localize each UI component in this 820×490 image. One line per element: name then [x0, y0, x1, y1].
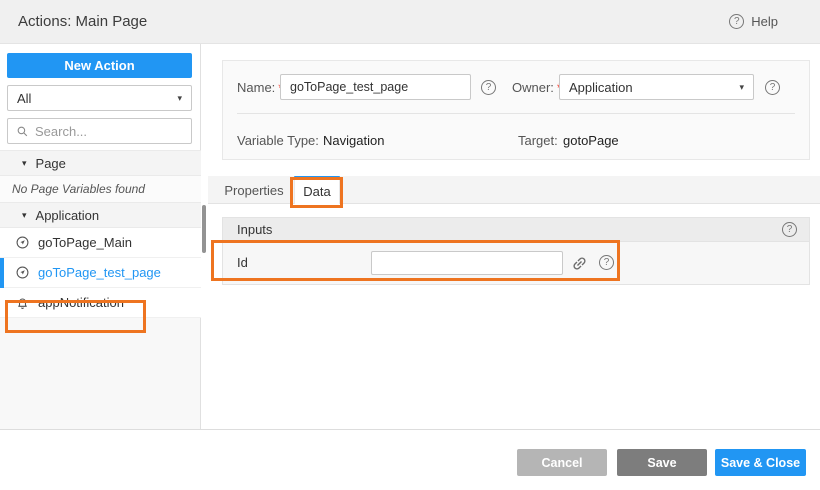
tree-group-page[interactable]: ▾ Page [0, 150, 201, 176]
card-divider [237, 113, 795, 114]
page-title: Actions: Main Page [18, 13, 147, 30]
chevron-down-icon: ▾ [177, 94, 182, 103]
tree-item-label: goToPage_test_page [38, 265, 161, 280]
app-header: Actions: Main Page ? Help [0, 0, 820, 44]
owner-select-value: Application [569, 80, 633, 95]
link-icon[interactable] [571, 254, 589, 272]
sidebar-scrollbar[interactable] [202, 205, 206, 253]
id-field-label: Id [237, 255, 248, 270]
tab-data[interactable]: Data [294, 176, 340, 204]
id-input[interactable] [371, 251, 563, 275]
target-label: Target: [518, 133, 558, 148]
navigation-icon [16, 266, 29, 279]
owner-select[interactable]: Application ▾ [559, 74, 754, 100]
caret-down-icon: ▾ [22, 159, 27, 168]
sidebar-empty-area [0, 318, 200, 429]
variable-type-label: Variable Type: [237, 133, 319, 148]
variable-filter-select[interactable]: All ▾ [7, 85, 192, 111]
sidebar: New Action All ▾ ▾ Page No Page Variable… [0, 44, 201, 429]
tree-item-appnotification[interactable]: appNotification [0, 288, 201, 318]
tree-item-label: appNotification [38, 295, 124, 310]
tree-item-gotopage-test-page[interactable]: goToPage_test_page [0, 258, 201, 288]
tree-item-gotopage-main[interactable]: goToPage_Main [0, 228, 201, 258]
tab-bar: Properties Data [208, 176, 820, 204]
new-action-button[interactable]: New Action [7, 53, 192, 78]
footer-bar: Cancel Save Save & Close [0, 429, 820, 490]
owner-label: Owner:* [512, 80, 562, 95]
tree-group-application-label: Application [36, 208, 100, 223]
variable-type-value: Navigation [323, 133, 384, 148]
inputs-panel: Inputs ? Id ? [222, 217, 810, 285]
inputs-panel-header: Inputs ? [223, 218, 809, 242]
search-input[interactable] [35, 124, 183, 139]
save-button[interactable]: Save [617, 449, 707, 476]
selected-indicator [0, 258, 4, 288]
tree-group-application[interactable]: ▾ Application [0, 202, 201, 228]
name-label: Name:* [237, 80, 283, 95]
name-help-icon[interactable]: ? [481, 80, 496, 95]
help-question-icon: ? [729, 14, 744, 29]
inputs-title: Inputs [237, 222, 272, 237]
bell-icon [16, 296, 29, 309]
owner-help-icon[interactable]: ? [765, 80, 780, 95]
name-input[interactable] [280, 74, 471, 100]
target-value: gotoPage [563, 133, 619, 148]
cancel-button[interactable]: Cancel [517, 449, 607, 476]
page-variables-empty-message: No Page Variables found [0, 176, 201, 202]
help-label: Help [751, 14, 778, 29]
tab-properties[interactable]: Properties [222, 176, 286, 204]
inputs-panel-body: Id ? [223, 242, 809, 284]
help-button[interactable]: ? Help [729, 14, 778, 29]
sidebar-search[interactable] [7, 118, 192, 144]
main-panel: Name:* ? Owner:* Application ▾ ? Variabl… [208, 44, 820, 429]
search-icon [16, 125, 29, 138]
chevron-down-icon: ▾ [739, 83, 744, 92]
inputs-help-icon[interactable]: ? [782, 222, 797, 237]
variable-filter-value: All [17, 91, 31, 106]
save-and-close-button[interactable]: Save & Close [715, 449, 806, 476]
id-help-icon[interactable]: ? [599, 255, 614, 270]
action-summary-card: Name:* ? Owner:* Application ▾ ? Variabl… [222, 60, 810, 160]
navigation-icon [16, 236, 29, 249]
tree-item-label: goToPage_Main [38, 235, 132, 250]
tree-group-page-label: Page [36, 156, 66, 171]
caret-down-icon: ▾ [22, 211, 27, 220]
